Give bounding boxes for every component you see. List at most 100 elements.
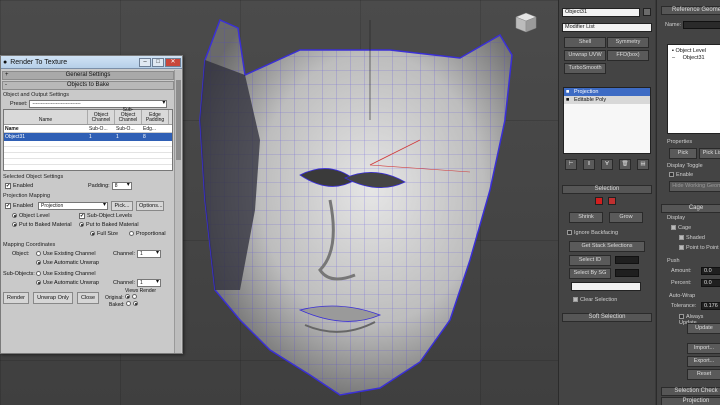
sub-auto-unwrap-radio[interactable] xyxy=(36,280,41,285)
general-settings-rollout[interactable]: + General Settings xyxy=(2,71,174,80)
amount-spinner[interactable]: 0.0 xyxy=(701,267,720,275)
update-button[interactable]: Update xyxy=(687,323,720,334)
close-window-button[interactable]: ✕ xyxy=(165,57,181,67)
minimize-button[interactable]: – xyxy=(139,57,151,67)
hide-working-geom-button[interactable]: Hide Working Geom xyxy=(669,181,720,192)
preset-dropdown[interactable]: ----------------------------- xyxy=(29,99,168,108)
object-level-radio[interactable] xyxy=(12,213,17,218)
channel-spinner[interactable]: 1 xyxy=(137,249,162,258)
push-label: Push xyxy=(667,258,680,264)
lightbulb-icon[interactable]: ■ xyxy=(566,88,569,96)
grow-button[interactable]: Grow xyxy=(609,212,643,223)
proportional-radio[interactable] xyxy=(129,231,134,236)
soft-selection-rollout[interactable]: Soft Selection xyxy=(562,313,652,322)
col-edge-padding[interactable]: Edge Padding xyxy=(142,110,169,124)
baked-render-radio[interactable] xyxy=(132,300,138,306)
select-sg-spinner[interactable] xyxy=(615,269,639,277)
element-mode-icon[interactable] xyxy=(608,197,616,205)
reference-object-list[interactable]: ▪ Object Level – Object31 xyxy=(667,44,720,134)
close-button[interactable]: Close xyxy=(77,292,99,304)
select-id-spinner[interactable] xyxy=(615,256,639,264)
pick-button[interactable]: Pick... xyxy=(111,200,133,211)
dialog-titlebar[interactable]: ● Render To Texture – □ ✕ xyxy=(1,56,182,69)
scrollbar-thumb[interactable] xyxy=(176,80,181,160)
object-auto-unwrap-radio[interactable] xyxy=(36,260,41,265)
padding-spinner[interactable]: 8 xyxy=(111,181,132,190)
ignore-backfacing-checkbox[interactable] xyxy=(567,230,572,236)
object-color-swatch[interactable] xyxy=(643,8,651,16)
stack-item-editable-poly[interactable]: ■ Editable Poly xyxy=(564,96,650,104)
enabled-checkbox[interactable] xyxy=(5,182,11,189)
material-id-dropdown[interactable] xyxy=(571,282,641,291)
shaded-checkbox[interactable] xyxy=(679,235,684,241)
table-row[interactable]: Name Sub-O... Sub-O... Edg... xyxy=(4,125,172,133)
cage-checkbox[interactable] xyxy=(671,225,676,231)
pick-list-button[interactable]: Pick List xyxy=(699,148,720,159)
turbosmooth-button[interactable]: TurboSmooth xyxy=(564,63,606,74)
name-field[interactable] xyxy=(683,21,720,29)
table-row[interactable]: Object31 1 1 8 xyxy=(4,133,172,141)
import-button[interactable]: Import... xyxy=(687,343,720,354)
list-item[interactable]: – Object31 xyxy=(668,54,720,61)
viewcube-icon[interactable] xyxy=(513,10,539,34)
clear-selection-checkbox[interactable] xyxy=(573,297,578,303)
dialog-scrollbar[interactable] xyxy=(174,70,181,353)
original-render-radio[interactable] xyxy=(132,293,138,299)
percent-spinner[interactable]: 0.0 xyxy=(701,279,720,287)
configure-sets-icon[interactable]: ▤ xyxy=(637,159,649,170)
shrink-button[interactable]: Shrink xyxy=(569,212,603,223)
ffd-box-button[interactable]: FFD(box) xyxy=(607,50,649,61)
cage-rollout[interactable]: Cage xyxy=(661,204,720,213)
show-end-result-icon[interactable]: ‖ xyxy=(583,159,595,170)
full-size-radio[interactable] xyxy=(90,231,95,236)
object-existing-channel-radio[interactable] xyxy=(36,251,41,256)
empty-row xyxy=(4,159,172,165)
sub-existing-channel-radio[interactable] xyxy=(36,271,41,276)
unwrap-only-button[interactable]: Unwrap Only xyxy=(33,292,73,304)
put-to-baked-radio-2[interactable] xyxy=(79,222,84,227)
select-by-sg-button[interactable]: Select By SG xyxy=(569,268,611,279)
point-to-point-checkbox[interactable] xyxy=(679,245,684,251)
put-to-baked-radio-1[interactable] xyxy=(12,222,17,227)
col-object-channel[interactable]: Object Channel xyxy=(88,110,115,124)
modifier-stack[interactable]: ■ Projection ■ Editable Poly xyxy=(563,87,651,154)
col-subobject-channel[interactable]: Sub-Object Channel xyxy=(115,108,142,124)
reference-geometry-rollout[interactable]: Reference Geometry xyxy=(661,6,720,15)
stack-item-projection[interactable]: ■ Projection xyxy=(564,88,650,96)
symmetry-button[interactable]: Symmetry xyxy=(607,37,649,48)
always-update-checkbox[interactable] xyxy=(679,314,684,320)
objects-to-bake-rollout[interactable]: - Objects to Bake xyxy=(2,81,174,90)
pin-stack-icon[interactable]: ⊢ xyxy=(565,159,577,170)
select-id-button[interactable]: Select ID xyxy=(569,255,611,266)
col-name[interactable]: Name xyxy=(4,110,88,124)
selection-check-rollout[interactable]: Selection Check xyxy=(661,387,720,396)
object-name-field[interactable]: Object31 xyxy=(562,8,640,17)
pick-ref-button[interactable]: Pick xyxy=(669,148,697,159)
enable-checkbox[interactable] xyxy=(669,172,674,178)
projection-enabled-checkbox[interactable] xyxy=(5,202,11,209)
vertex-mode-icon[interactable] xyxy=(595,197,603,205)
list-item[interactable]: ▪ Object Level xyxy=(668,45,720,54)
sub-channel-spinner[interactable]: 1 xyxy=(137,278,162,287)
reset-button[interactable]: Reset xyxy=(687,369,720,380)
shell-button[interactable]: Shell xyxy=(564,37,606,48)
get-stack-selections-button[interactable]: Get Stack Selections xyxy=(569,241,645,252)
maximize-button[interactable]: □ xyxy=(152,57,164,67)
stack-item-label: Editable Poly xyxy=(574,97,607,103)
tolerance-spinner[interactable]: 0.176 xyxy=(701,302,720,310)
remove-modifier-icon[interactable]: 🗑 xyxy=(619,159,631,170)
lightbulb-icon[interactable]: ■ xyxy=(566,96,569,104)
objects-table[interactable]: Name Object Channel Sub-Object Channel E… xyxy=(3,108,173,171)
baked-views-radio[interactable] xyxy=(125,300,131,306)
make-unique-icon[interactable]: ∀ xyxy=(601,159,613,170)
projection-rollout[interactable]: Projection xyxy=(661,397,720,405)
selection-rollout[interactable]: Selection xyxy=(562,185,652,194)
projection-dropdown[interactable]: Projection xyxy=(38,201,108,210)
render-button[interactable]: Render xyxy=(3,292,29,304)
export-button[interactable]: Export... xyxy=(687,356,720,367)
sub-object-levels-checkbox[interactable] xyxy=(79,212,85,219)
original-views-radio[interactable] xyxy=(125,293,131,299)
modifier-list-dropdown[interactable]: Modifier List xyxy=(562,23,652,32)
unwrap-uvw-button[interactable]: Unwrap UVW xyxy=(564,50,606,61)
options-button[interactable]: Options... xyxy=(136,200,164,211)
